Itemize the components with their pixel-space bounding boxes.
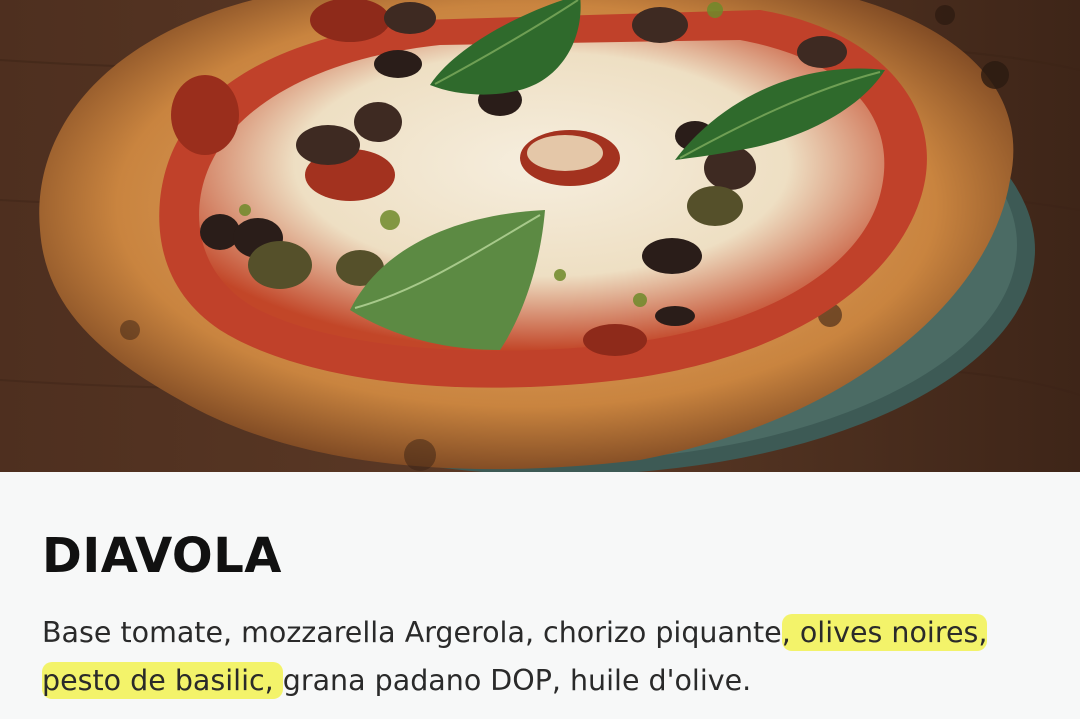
- pizza-photo: [0, 0, 1080, 472]
- pizza-illustration: [0, 0, 1080, 472]
- menu-item-card: DIAVOLA Base tomate, mozzarella Argerola…: [0, 0, 1080, 719]
- pizza-description: Base tomate, mozzarella Argerola, choriz…: [42, 609, 1042, 705]
- description-text: Base tomate, mozzarella Argerola, choriz…: [42, 616, 782, 649]
- pizza-name: DIAVOLA: [42, 528, 282, 584]
- item-details: DIAVOLA Base tomate, mozzarella Argerola…: [0, 472, 1080, 719]
- description-text-end: grana padano DOP, huile d'olive.: [282, 664, 752, 697]
